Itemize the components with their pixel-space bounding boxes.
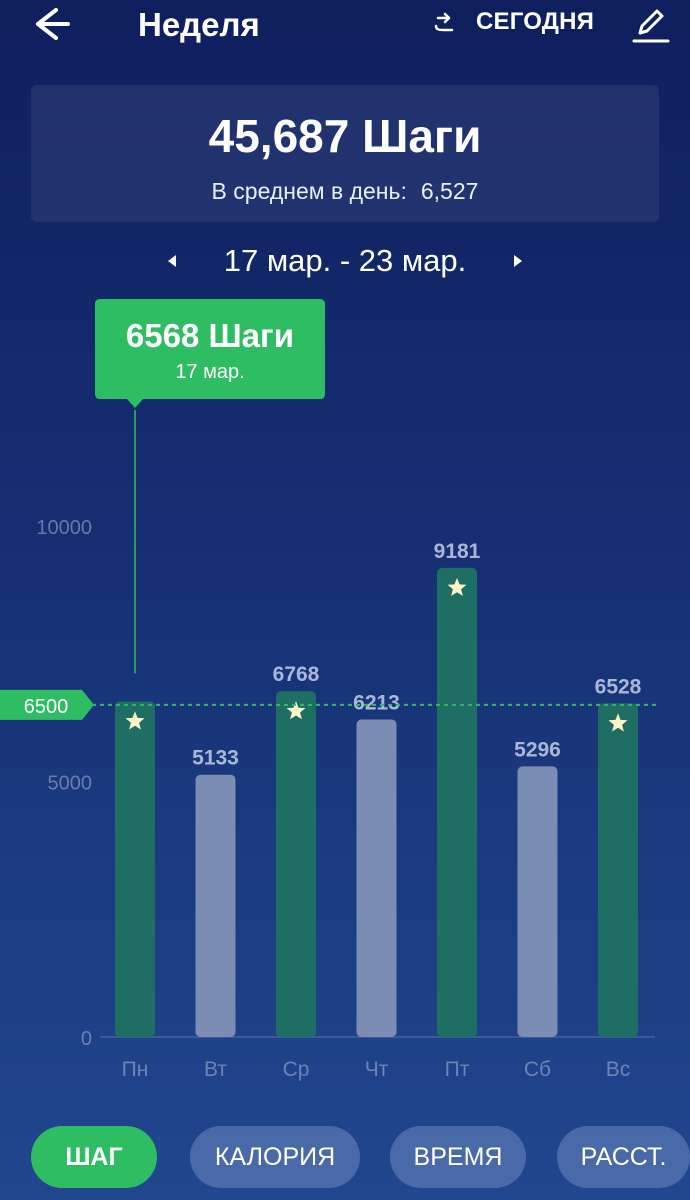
total-steps: 45,687 Шаги: [208, 110, 482, 162]
bar-Ср[interactable]: [276, 691, 316, 1037]
x-tick-label: Пн: [122, 1058, 149, 1081]
triangle-right-icon: [514, 255, 522, 267]
goal-label: 6500: [24, 696, 69, 718]
tab-1[interactable]: ШАГ: [31, 1126, 157, 1188]
edit-button[interactable]: [630, 2, 672, 44]
back-button[interactable]: [30, 4, 78, 44]
bar-Чт[interactable]: [356, 719, 397, 1037]
date-range-label: 17 мар. - 23 мар.: [223, 243, 467, 278]
bar-Вт[interactable]: [195, 774, 236, 1037]
y-tick-label: 5000: [48, 773, 93, 795]
triangle-left-icon: [168, 255, 176, 267]
bar-value-label: 5133: [192, 747, 239, 770]
daily-average-label: В среднем в день:: [211, 178, 407, 204]
refresh-icon: [434, 12, 454, 32]
tab-2[interactable]: КАЛОРИЯ: [190, 1126, 360, 1188]
tab-3[interactable]: ВРЕМЯ: [390, 1126, 526, 1188]
today-button[interactable]: СЕГОДНЯ: [430, 8, 594, 36]
header: Неделя СЕГОДНЯ: [0, 0, 690, 50]
bar-value-label: 6213: [353, 692, 400, 715]
bar-Пн[interactable]: [115, 701, 155, 1037]
date-range: 17 мар. - 23 мар.: [0, 243, 690, 283]
back-arrow-icon: [36, 8, 70, 40]
bar-value-label: 5296: [514, 738, 561, 761]
daily-average-value: 6,527: [420, 178, 479, 204]
bar-value-label: 6528: [595, 675, 642, 698]
bar-value-label: 6768: [273, 663, 320, 686]
tooltip-date: 17 мар.: [175, 361, 244, 383]
tab-4[interactable]: РАССТ.: [557, 1126, 690, 1188]
bar-value-label: 9181: [434, 540, 481, 563]
x-tick-label: Пт: [445, 1058, 470, 1081]
bar-Вс[interactable]: [598, 703, 638, 1037]
x-tick-label: Ср: [283, 1058, 310, 1081]
y-tick-label: 10000: [36, 517, 92, 539]
bar-Сб[interactable]: [517, 766, 558, 1037]
steps-chart: 0 5000 10000 Пн 5133 Вт 6768 Ср 6213 Чт 9181 Пт 5296…: [0, 290, 690, 1100]
next-week-button[interactable]: [506, 249, 530, 273]
today-label: СЕГОДНЯ: [476, 8, 595, 35]
pencil-icon: [632, 9, 670, 43]
x-tick-label: Вс: [606, 1058, 631, 1081]
prev-week-button[interactable]: [160, 249, 184, 273]
x-tick-label: Вт: [204, 1058, 227, 1081]
daily-average: В среднем в день: 6,527: [0, 178, 690, 205]
y-tick-label: 0: [81, 1028, 92, 1050]
steps-chart-svg: 0 5000 10000 Пн 5133 Вт 6768 Ср 6213 Чт 9181 Пт 5296…: [0, 299, 660, 1081]
page-title: Неделя: [138, 6, 260, 43]
bar-Пт[interactable]: [437, 567, 477, 1037]
tooltip-value: 6568 Шаги: [126, 317, 294, 354]
x-tick-label: Чт: [365, 1058, 389, 1081]
metric-tabs: ШАГ КАЛОРИЯ ВРЕМЯ РАССТ.: [0, 1126, 690, 1188]
x-tick-label: Сб: [524, 1058, 551, 1081]
